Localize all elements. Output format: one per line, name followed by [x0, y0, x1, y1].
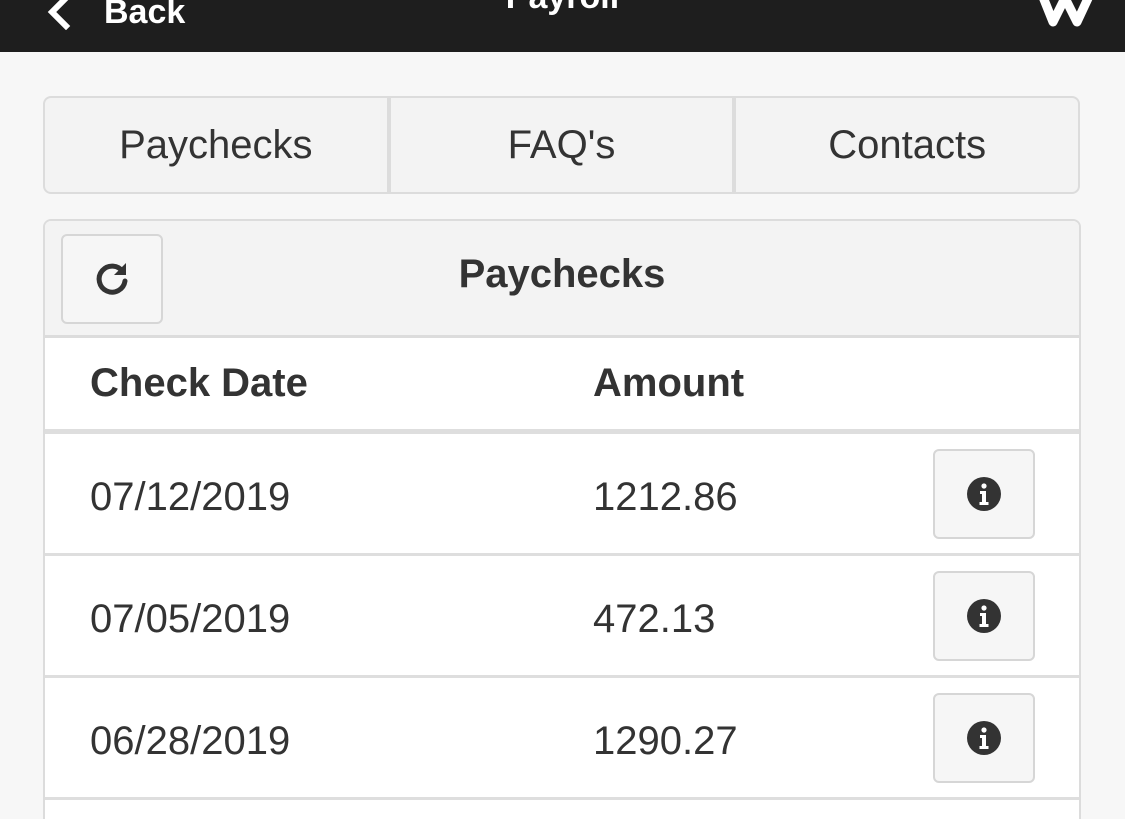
- amount-cell: 1212.86: [593, 475, 738, 519]
- table-row: 07/12/2019 1212.86: [45, 434, 1079, 556]
- table-header: Check Date Amount: [45, 338, 1079, 434]
- refresh-icon: [96, 263, 128, 295]
- info-icon: [967, 721, 1001, 755]
- amount-cell: 472.13: [593, 597, 716, 641]
- amount-cell: 1290.27: [593, 719, 738, 763]
- tab-faqs[interactable]: FAQ's: [391, 98, 737, 192]
- top-bar: Back Payroll: [0, 0, 1125, 52]
- page-title: Payroll: [0, 0, 1125, 17]
- check-date-cell: 07/12/2019: [90, 475, 291, 519]
- table-row: 07/05/2019 472.13: [45, 556, 1079, 678]
- column-header-amount: Amount: [593, 361, 745, 405]
- info-button[interactable]: [933, 571, 1035, 661]
- refresh-button[interactable]: [61, 234, 163, 324]
- panel-title: Paychecks: [458, 251, 666, 296]
- tab-paychecks[interactable]: Paychecks: [45, 98, 391, 192]
- info-button[interactable]: [933, 693, 1035, 783]
- column-header-check-date: Check Date: [90, 361, 308, 405]
- info-button[interactable]: [933, 449, 1035, 539]
- tab-bar: Paychecks FAQ's Contacts: [43, 96, 1080, 194]
- brand-logo-icon: [1039, 0, 1093, 27]
- info-icon: [967, 599, 1001, 633]
- info-icon: [967, 477, 1001, 511]
- check-date-cell: 06/28/2019: [90, 719, 291, 763]
- panel-header: Paychecks: [45, 221, 1079, 338]
- table-row: 06/28/2019 1290.27: [45, 678, 1079, 800]
- tab-contacts[interactable]: Contacts: [736, 98, 1078, 192]
- check-date-cell: 07/05/2019: [90, 597, 291, 641]
- paychecks-panel: Paychecks Check Date Amount 07/12/2019 1…: [43, 219, 1081, 819]
